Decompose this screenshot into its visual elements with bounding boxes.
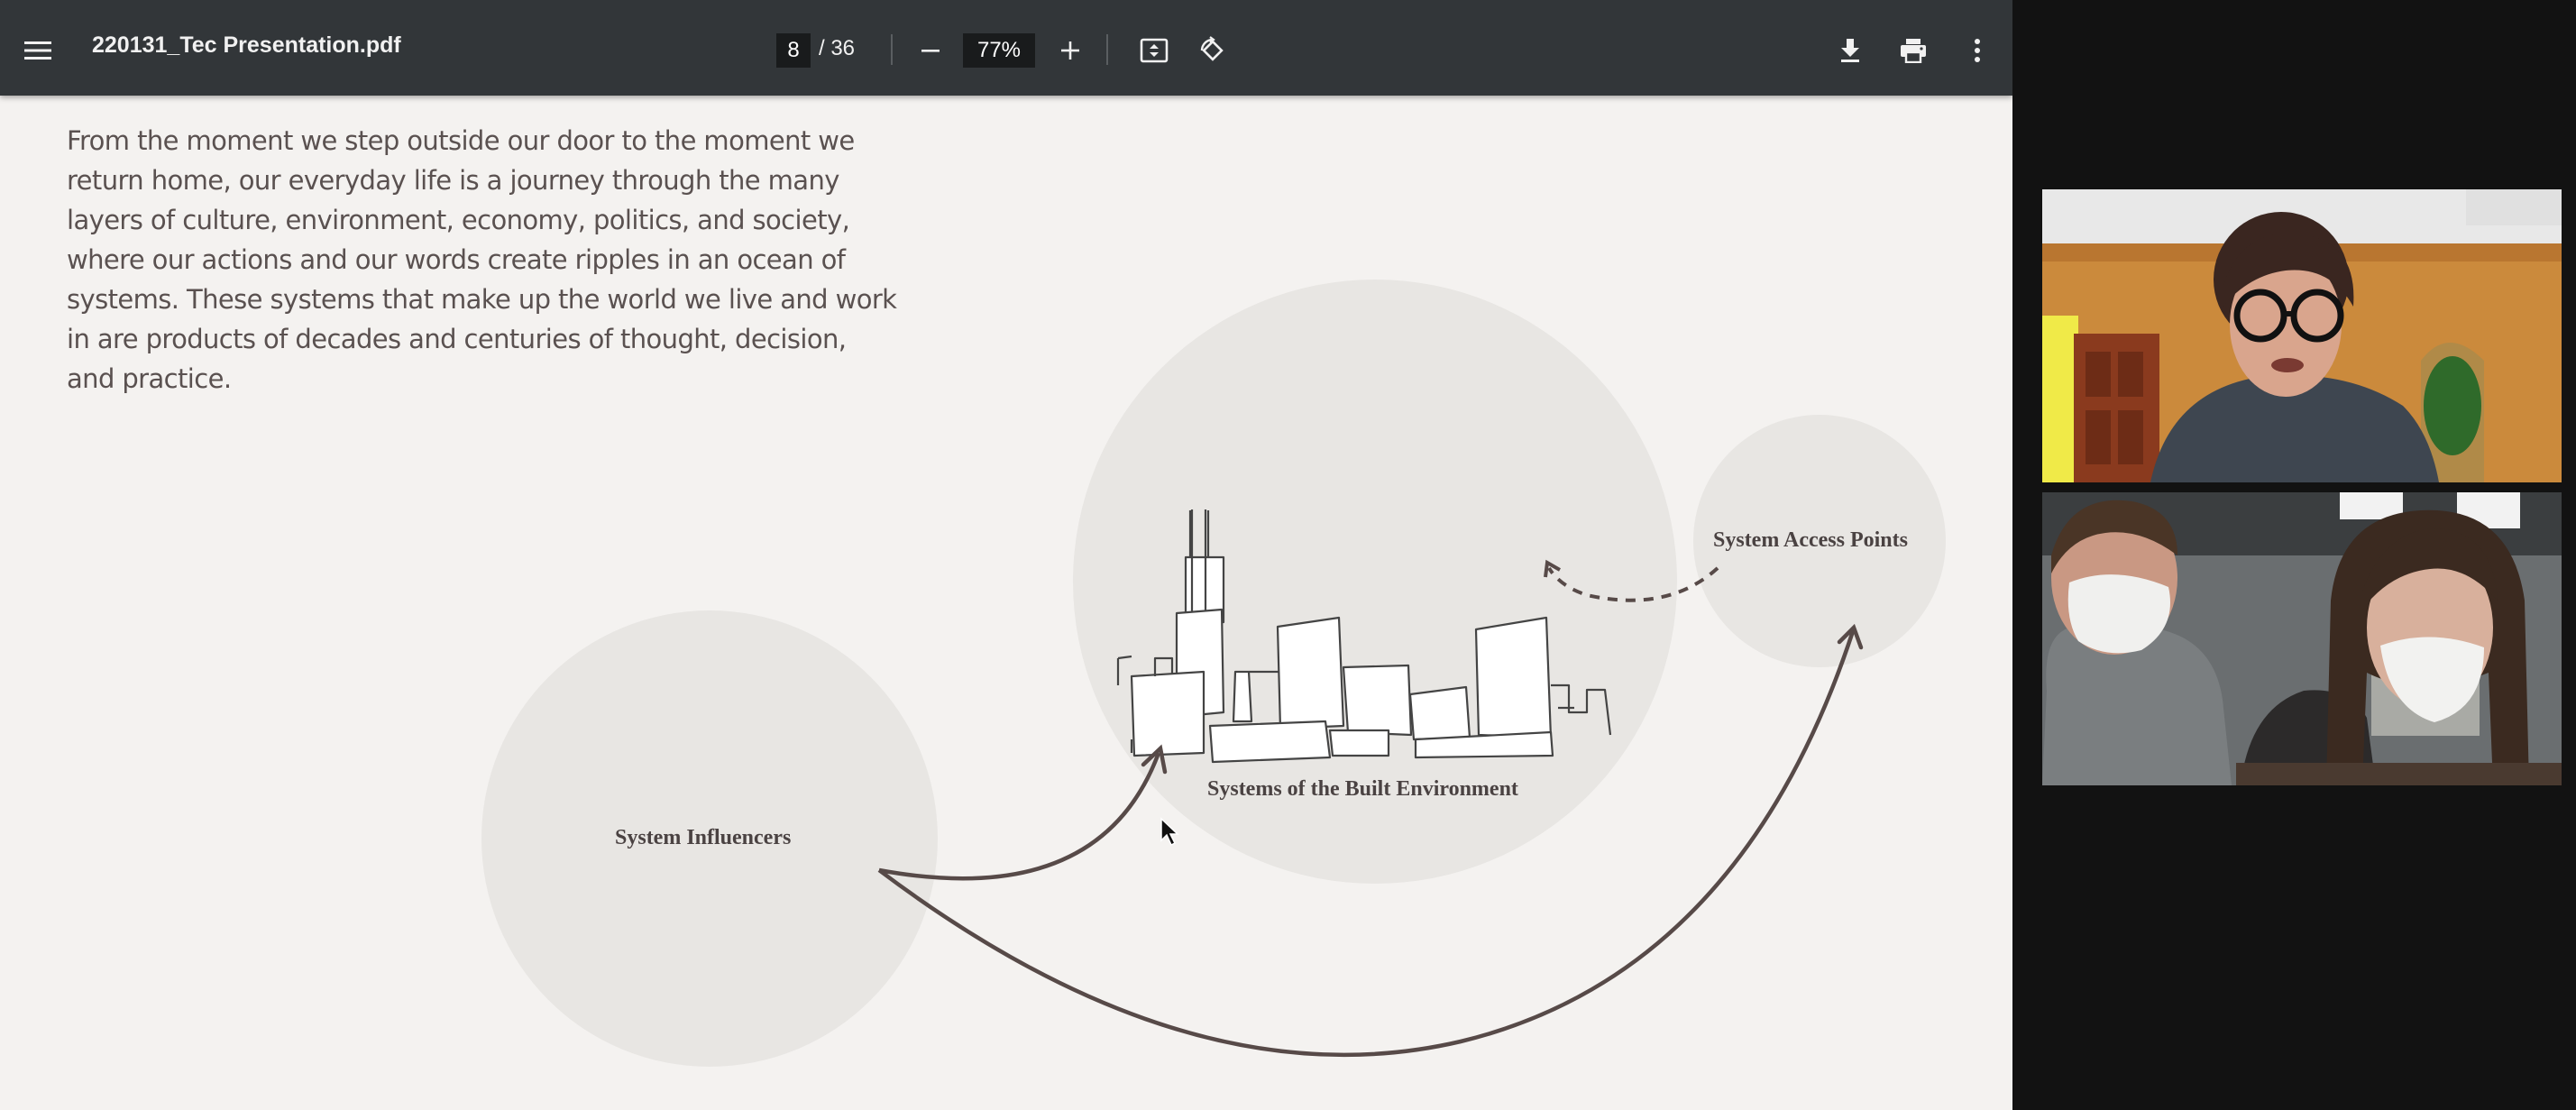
built-environment-label: Systems of the Built Environment <box>1207 777 1518 801</box>
document-title: 220131_Tec Presentation.pdf <box>92 32 401 58</box>
participant-video-2 <box>2042 492 2562 785</box>
toolbar-divider <box>891 34 893 65</box>
pdf-toolbar: 220131_Tec Presentation.pdf / 36 <box>0 0 2012 96</box>
menu-icon[interactable] <box>20 32 56 69</box>
page-number-input[interactable] <box>776 33 811 68</box>
system-influencers-label: System Influencers <box>615 826 792 849</box>
zoom-level-input[interactable] <box>963 33 1035 68</box>
more-options-icon[interactable] <box>1959 32 1995 69</box>
mouse-cursor-icon <box>1160 817 1179 847</box>
participant-video-1 <box>2042 189 2562 482</box>
zoom-out-icon[interactable] <box>912 32 949 69</box>
fit-to-page-icon[interactable] <box>1136 32 1172 69</box>
rotate-icon[interactable] <box>1195 32 1231 69</box>
print-icon[interactable] <box>1895 32 1931 69</box>
participant-video-tile[interactable] <box>2042 492 2562 785</box>
participant-video-tile[interactable] <box>2042 189 2562 482</box>
systems-diagram <box>481 280 1946 1067</box>
toolbar-divider <box>1106 34 1108 65</box>
pdf-viewer: 220131_Tec Presentation.pdf / 36 From th <box>0 0 2012 1110</box>
access-points-label: System Access Points <box>1713 528 1908 552</box>
zoom-in-icon[interactable] <box>1052 32 1088 69</box>
page-total: / 36 <box>819 36 856 60</box>
download-icon[interactable] <box>1832 32 1868 69</box>
